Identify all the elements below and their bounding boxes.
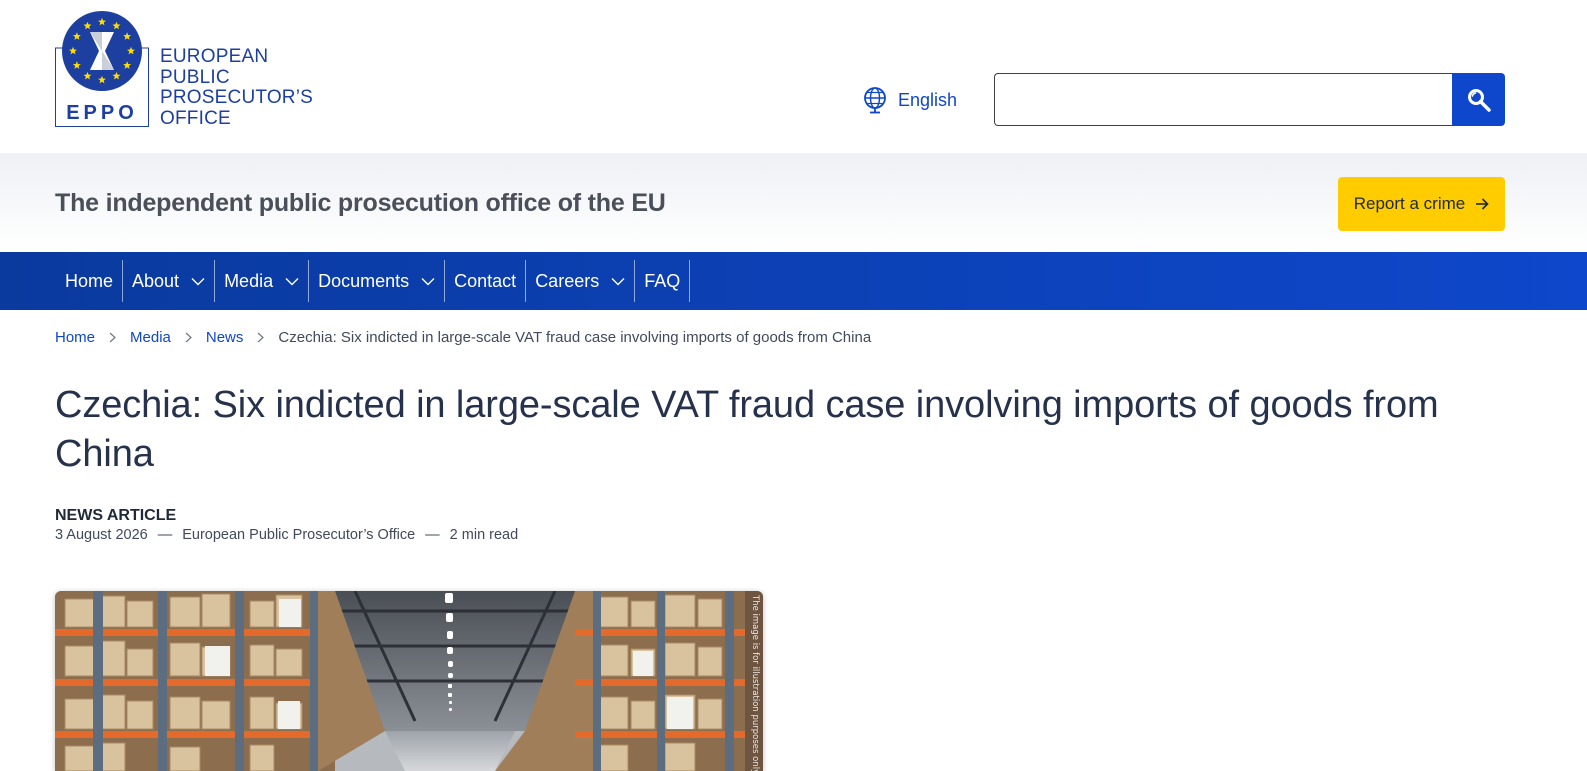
nav-item-media[interactable]: Media [215,260,310,302]
report-crime-button[interactable]: Report a crime [1338,177,1505,231]
tagline-band: The independent public prosecution offic… [0,153,1587,252]
nav-item-label: Documents [318,270,410,291]
search-button[interactable] [1452,73,1505,126]
logo-acronym: EPPO [66,102,138,124]
site-tagline: The independent public prosecution offic… [55,189,666,217]
search-form [994,73,1505,126]
nav-item-contact[interactable]: Contact [445,260,527,302]
nav-item-home[interactable]: Home [56,260,124,302]
chevron-right-icon [185,332,192,342]
article-read-time: 2 min read [449,527,519,543]
nav-list: Home About Media Documents Contact Caree… [56,260,691,302]
nav-item-careers[interactable]: Careers [526,260,636,302]
breadcrumb-home[interactable]: Home [55,329,95,346]
language-selector[interactable]: English [862,86,957,114]
nav-item-documents[interactable]: Documents [309,260,446,302]
article-hero-image: The image is for illustration purposes o… [55,591,763,771]
chevron-down-icon [285,277,299,285]
image-caption: The image is for illustration purposes o… [750,594,760,771]
breadcrumb: Home Media News Czechia: Six indicted in… [55,326,871,348]
page-title: Czechia: Six indicted in large-scale VAT… [55,384,1439,475]
logo-name-line: EUROPEAN [160,46,269,67]
globe-icon [864,87,886,114]
site-header: EPPO EUROPEAN PUBLIC PROSECUTOR’S OFFICE… [0,0,1587,153]
chevron-down-icon [191,277,205,285]
article-date: 3 August 2026 [55,527,148,543]
language-label: English [898,89,958,110]
logo-name-line: PUBLIC [160,66,230,88]
nav-item-label: About [132,270,180,291]
nav-item-label: FAQ [644,270,681,291]
logo-name: EUROPEAN PUBLIC PROSECUTOR’S OFFICE [160,46,320,129]
nav-item-label: Careers [535,270,600,291]
nav-item-about[interactable]: About [123,260,216,302]
article-author: European Public Prosecutor’s Office [182,527,416,543]
breadcrumb-media[interactable]: Media [130,329,171,346]
chevron-right-icon [257,332,265,342]
logo-name-line: PROSECUTOR’S [160,87,314,108]
content-type-label: NEWS ARTICLE [55,507,177,524]
report-crime-label: Report a crime [1353,194,1466,213]
main-navigation: Home About Media Documents Contact Caree… [0,252,1587,310]
arrow-right-icon [1476,198,1489,210]
eppo-logo[interactable]: EPPO EUROPEAN PUBLIC PROSECUTOR’S OFFICE [55,10,315,130]
meta-separator: — [425,527,440,543]
eppo-logo-mark: EPPO [55,11,149,127]
search-icon [1467,88,1491,112]
chevron-down-icon [611,277,625,285]
chevron-down-icon [421,277,435,285]
article-meta: 3 August 2026 — European Public Prosecut… [55,527,518,543]
logo-name-line: OFFICE [160,107,231,129]
search-input[interactable] [994,73,1452,126]
nav-item-faq[interactable]: FAQ [635,260,691,302]
breadcrumb-news[interactable]: News [206,329,244,346]
breadcrumb-current: Czechia: Six indicted in large-scale VAT… [278,328,872,346]
nav-item-label: Home [65,270,114,291]
meta-separator: — [157,527,173,543]
chevron-right-icon [109,332,116,342]
warehouse-image: The image is for illustration purposes o… [55,591,763,771]
nav-item-label: Media [224,270,274,291]
nav-item-label: Contact [454,270,517,291]
